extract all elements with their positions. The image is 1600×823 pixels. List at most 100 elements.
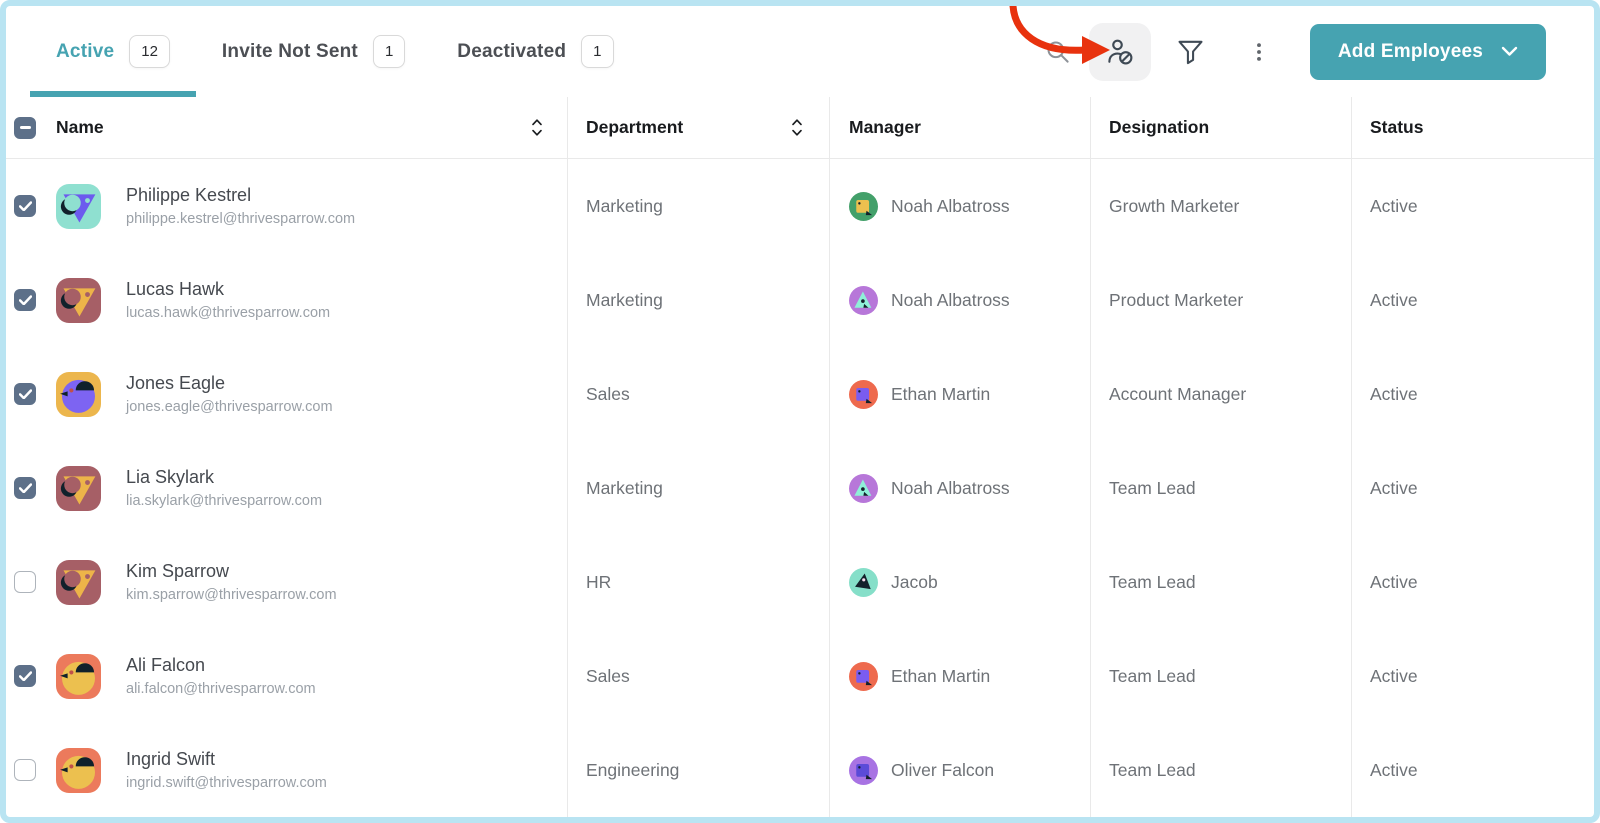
more-options-icon bbox=[1248, 39, 1270, 65]
search-button[interactable] bbox=[1044, 38, 1071, 65]
employee-email: jones.eagle@thrivesparrow.com bbox=[126, 399, 333, 415]
table-row[interactable]: Philippe Kestrel philippe.kestrel@thrive… bbox=[6, 159, 1594, 253]
row-checkbox[interactable] bbox=[14, 195, 36, 217]
column-header-designation-label: Designation bbox=[1109, 117, 1210, 137]
row-checkbox[interactable] bbox=[14, 571, 36, 593]
sort-name-icon[interactable] bbox=[531, 118, 543, 137]
employee-avatar bbox=[56, 747, 101, 793]
column-header-manager: Manager bbox=[829, 97, 1090, 158]
tab-deactivated[interactable]: Deactivated 1 bbox=[431, 6, 639, 97]
manager-avatar bbox=[849, 191, 878, 221]
column-header-designation: Designation bbox=[1090, 97, 1351, 158]
row-checkbox[interactable] bbox=[14, 289, 36, 311]
table-header: Name Department Manager Designation Stat… bbox=[6, 97, 1594, 159]
manager-avatar bbox=[849, 473, 878, 503]
manager-cell: Noah Albatross bbox=[829, 253, 1090, 347]
department-cell: HR bbox=[567, 535, 829, 629]
row-checkbox[interactable] bbox=[14, 759, 36, 781]
manager-cell: Ethan Martin bbox=[829, 629, 1090, 723]
search-icon bbox=[1044, 38, 1071, 65]
department-cell: Engineering bbox=[567, 723, 829, 817]
tab-active[interactable]: Active 12 bbox=[30, 6, 196, 97]
tab-bar: Active 12 Invite Not Sent 1 Deactivated … bbox=[30, 6, 640, 97]
sort-department-icon[interactable] bbox=[791, 118, 803, 137]
tab-deactivated-label: Deactivated bbox=[457, 40, 567, 62]
manager-cell: Oliver Falcon bbox=[829, 723, 1090, 817]
tab-active-label: Active bbox=[56, 40, 115, 62]
table-body: Philippe Kestrel philippe.kestrel@thrive… bbox=[6, 159, 1594, 817]
department-cell: Sales bbox=[567, 347, 829, 441]
designation-cell: Product Marketer bbox=[1090, 253, 1351, 347]
name-cell: Ingrid Swift ingrid.swift@thrivesparrow.… bbox=[6, 723, 567, 817]
manager-name: Jacob bbox=[891, 571, 938, 592]
filter-icon bbox=[1175, 36, 1206, 67]
status-cell: Active bbox=[1351, 159, 1594, 253]
manager-avatar bbox=[849, 379, 878, 409]
designation-cell: Team Lead bbox=[1090, 535, 1351, 629]
designation-cell: Team Lead bbox=[1090, 723, 1351, 817]
employee-name: Ingrid Swift bbox=[126, 749, 216, 769]
column-header-status-label: Status bbox=[1370, 117, 1424, 137]
designation-cell: Account Manager bbox=[1090, 347, 1351, 441]
manager-avatar bbox=[849, 755, 878, 785]
department-cell: Marketing bbox=[567, 253, 829, 347]
employee-avatar bbox=[56, 465, 101, 511]
deactivate-user-icon bbox=[1105, 37, 1135, 67]
filter-button[interactable] bbox=[1175, 36, 1206, 67]
name-cell: Lia Skylark lia.skylark@thrivesparrow.co… bbox=[6, 441, 567, 535]
table-row[interactable]: Jones Eagle jones.eagle@thrivesparrow.co… bbox=[6, 347, 1594, 441]
employee-avatar bbox=[56, 183, 101, 229]
employee-avatar bbox=[56, 653, 101, 699]
tab-invite-not-sent-count-badge: 1 bbox=[372, 35, 406, 68]
name-cell: Ali Falcon ali.falcon@thrivesparrow.com bbox=[6, 629, 567, 723]
more-options-button[interactable] bbox=[1248, 39, 1270, 65]
manager-cell: Noah Albatross bbox=[829, 441, 1090, 535]
status-cell: Active bbox=[1351, 535, 1594, 629]
manager-name: Ethan Martin bbox=[891, 383, 991, 404]
employee-email: kim.sparrow@thrivesparrow.com bbox=[126, 587, 337, 603]
manager-avatar bbox=[849, 567, 878, 597]
column-header-name: Name bbox=[6, 97, 567, 158]
employee-name: Lucas Hawk bbox=[126, 279, 225, 299]
manager-name: Noah Albatross bbox=[891, 477, 1010, 498]
deactivate-user-button[interactable] bbox=[1088, 22, 1151, 81]
table-row[interactable]: Lia Skylark lia.skylark@thrivesparrow.co… bbox=[6, 441, 1594, 535]
status-cell: Active bbox=[1351, 253, 1594, 347]
manager-cell: Ethan Martin bbox=[829, 347, 1090, 441]
employee-email: ali.falcon@thrivesparrow.com bbox=[126, 681, 316, 697]
row-checkbox[interactable] bbox=[14, 477, 36, 499]
name-cell: Kim Sparrow kim.sparrow@thrivesparrow.co… bbox=[6, 535, 567, 629]
column-header-manager-label: Manager bbox=[849, 117, 921, 137]
row-checkbox[interactable] bbox=[14, 383, 36, 405]
status-cell: Active bbox=[1351, 629, 1594, 723]
status-cell: Active bbox=[1351, 347, 1594, 441]
employee-name: Lia Skylark bbox=[126, 467, 215, 487]
employee-email: lucas.hawk@thrivesparrow.com bbox=[126, 305, 331, 321]
manager-name: Oliver Falcon bbox=[891, 759, 995, 780]
manager-avatar bbox=[849, 285, 878, 315]
add-employees-label: Add Employees bbox=[1337, 40, 1483, 62]
select-all-checkbox[interactable] bbox=[14, 116, 36, 139]
column-header-status: Status bbox=[1351, 97, 1594, 158]
employee-name: Ali Falcon bbox=[126, 655, 206, 675]
table-row[interactable]: Kim Sparrow kim.sparrow@thrivesparrow.co… bbox=[6, 535, 1594, 629]
manager-name: Ethan Martin bbox=[891, 665, 991, 686]
row-checkbox[interactable] bbox=[14, 665, 36, 687]
tab-invite-not-sent[interactable]: Invite Not Sent 1 bbox=[196, 6, 431, 97]
table-row[interactable]: Ingrid Swift ingrid.swift@thrivesparrow.… bbox=[6, 723, 1594, 817]
table-row[interactable]: Lucas Hawk lucas.hawk@thrivesparrow.com … bbox=[6, 253, 1594, 347]
tab-invite-not-sent-label: Invite Not Sent bbox=[221, 40, 358, 62]
status-cell: Active bbox=[1351, 723, 1594, 817]
name-cell: Lucas Hawk lucas.hawk@thrivesparrow.com bbox=[6, 253, 567, 347]
tab-active-count-badge: 12 bbox=[129, 35, 170, 68]
chevron-down-icon bbox=[1501, 46, 1518, 57]
manager-avatar bbox=[849, 661, 878, 691]
add-employees-button[interactable]: Add Employees bbox=[1309, 23, 1546, 80]
name-cell: Jones Eagle jones.eagle@thrivesparrow.co… bbox=[6, 347, 567, 441]
designation-cell: Team Lead bbox=[1090, 441, 1351, 535]
employee-email: lia.skylark@thrivesparrow.com bbox=[126, 493, 323, 509]
employee-avatar bbox=[56, 371, 101, 417]
status-cell: Active bbox=[1351, 441, 1594, 535]
table-row[interactable]: Ali Falcon ali.falcon@thrivesparrow.com … bbox=[6, 629, 1594, 723]
employee-avatar bbox=[56, 559, 101, 605]
